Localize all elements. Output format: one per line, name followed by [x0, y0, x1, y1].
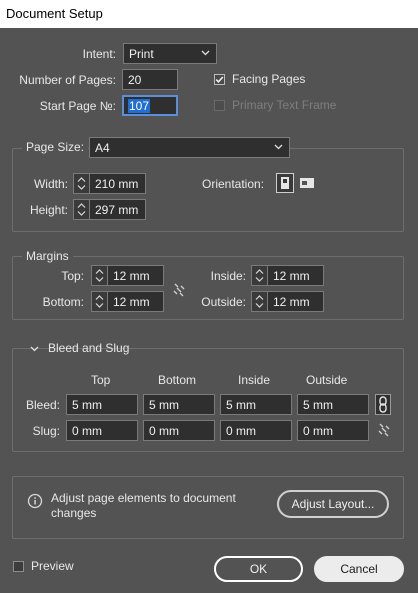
- intent-label: Intent:: [82, 47, 116, 61]
- title-bar: Document Setup: [0, 0, 418, 28]
- slug-link-button[interactable]: [377, 422, 391, 438]
- bleed-top-value: 5 mm: [72, 398, 102, 412]
- bleed-slug-legend: Bleed and Slug: [48, 341, 130, 355]
- bleed-label: Bleed:: [25, 398, 60, 412]
- intent-value: Print: [129, 47, 154, 61]
- spinner-arrows-icon[interactable]: [252, 292, 268, 311]
- checkmark-icon: [215, 76, 224, 83]
- margin-outside-stepper[interactable]: 12 mm: [251, 291, 324, 312]
- primary-text-frame-label: Primary Text Frame: [232, 98, 337, 112]
- bleed-top-input[interactable]: 5 mm: [66, 394, 138, 415]
- ok-button[interactable]: OK: [214, 556, 303, 582]
- width-stepper[interactable]: 210 mm: [73, 173, 146, 194]
- spinner-arrows-icon[interactable]: [92, 292, 108, 311]
- margin-top-value: 12 mm: [113, 269, 150, 283]
- slug-outside-value: 0 mm: [303, 424, 333, 438]
- bleed-inside-value: 5 mm: [226, 398, 256, 412]
- col-bottom-label: Bottom: [158, 373, 197, 387]
- landscape-orientation-button[interactable]: [298, 174, 316, 192]
- margin-top-label: Top:: [61, 269, 84, 283]
- margin-bottom-value: 12 mm: [113, 295, 150, 309]
- slug-inside-input[interactable]: 0 mm: [220, 420, 292, 441]
- page-size-label: Page Size:: [22, 140, 89, 154]
- broken-chain-link-icon: [173, 283, 185, 297]
- start-page-input[interactable]: 107: [122, 95, 178, 116]
- adjust-layout-button[interactable]: Adjust Layout...: [277, 490, 389, 518]
- adjust-message-line1: Adjust page elements to document: [51, 491, 236, 505]
- margin-top-stepper[interactable]: 12 mm: [91, 265, 164, 286]
- chevron-collapse-icon: [30, 346, 39, 352]
- bleed-outside-value: 5 mm: [303, 398, 333, 412]
- start-page-label: Start Page №:: [39, 99, 116, 113]
- margin-inside-stepper[interactable]: 12 mm: [251, 265, 324, 286]
- spinner-arrows-icon[interactable]: [92, 266, 108, 285]
- height-stepper[interactable]: 297 mm: [73, 199, 146, 220]
- preview-label: Preview: [31, 559, 74, 573]
- slug-bottom-value: 0 mm: [149, 424, 179, 438]
- margins-group: [12, 256, 404, 320]
- margin-bottom-stepper[interactable]: 12 mm: [91, 291, 164, 312]
- pages-value: 20: [128, 73, 142, 87]
- width-value: 210 mm: [95, 177, 139, 191]
- spinner-arrows-icon[interactable]: [74, 200, 90, 219]
- chevron-down-icon: [201, 50, 210, 56]
- slug-outside-input[interactable]: 0 mm: [297, 420, 369, 441]
- slug-inside-value: 0 mm: [226, 424, 256, 438]
- orientation-label: Orientation:: [202, 177, 265, 191]
- document-setup-dialog: Document Setup Intent: Print Number of P…: [0, 0, 418, 593]
- slug-label: Slug:: [32, 424, 60, 438]
- pages-input[interactable]: 20: [122, 69, 178, 90]
- preview-checkbox[interactable]: [13, 561, 24, 572]
- portrait-orientation-button[interactable]: [276, 173, 294, 193]
- facing-pages-label: Facing Pages: [232, 72, 306, 86]
- landscape-orientation-icon: [300, 178, 314, 188]
- intent-select[interactable]: Print: [123, 43, 217, 64]
- primary-text-frame-checkbox[interactable]: [214, 100, 225, 111]
- bleed-bottom-input[interactable]: 5 mm: [143, 394, 215, 415]
- page-size-value: A4: [95, 141, 110, 155]
- chevron-down-icon: [274, 144, 283, 150]
- slug-bottom-input[interactable]: 0 mm: [143, 420, 215, 441]
- col-inside-label: Inside: [238, 373, 271, 387]
- adjust-message-line2: changes: [51, 506, 97, 520]
- margin-bottom-label: Bottom:: [42, 295, 84, 309]
- spinner-arrows-icon[interactable]: [74, 174, 90, 193]
- margin-outside-value: 12 mm: [273, 295, 310, 309]
- spinner-arrows-icon[interactable]: [252, 266, 268, 285]
- bleed-link-button[interactable]: [375, 394, 391, 415]
- margins-link-button[interactable]: [172, 282, 186, 298]
- bleed-outside-input[interactable]: 5 mm: [297, 394, 369, 415]
- margin-inside-label: Inside:: [210, 269, 246, 283]
- start-page-value: 107: [128, 99, 151, 113]
- col-top-label: Top: [91, 373, 111, 387]
- window-title: Document Setup: [6, 6, 103, 21]
- height-value: 297 mm: [95, 203, 139, 217]
- bleed-bottom-value: 5 mm: [149, 398, 179, 412]
- slug-top-value: 0 mm: [72, 424, 102, 438]
- page-size-select[interactable]: A4: [89, 137, 290, 158]
- height-label: Height:: [29, 203, 68, 217]
- info-icon: [27, 493, 43, 509]
- portrait-orientation-icon: [281, 177, 289, 189]
- cancel-button[interactable]: Cancel: [314, 556, 404, 582]
- slug-top-input[interactable]: 0 mm: [66, 420, 138, 441]
- pages-label: Number of Pages:: [19, 73, 116, 87]
- facing-pages-checkbox[interactable]: [214, 74, 225, 85]
- margin-inside-value: 12 mm: [273, 269, 310, 283]
- margins-legend: Margins: [22, 249, 73, 263]
- broken-chain-link-icon: [378, 423, 390, 437]
- margin-outside-label: Outside:: [201, 295, 246, 309]
- width-label: Width:: [33, 177, 68, 191]
- col-outside-label: Outside: [306, 373, 348, 387]
- chain-link-icon: [379, 396, 387, 413]
- bleed-inside-input[interactable]: 5 mm: [220, 394, 292, 415]
